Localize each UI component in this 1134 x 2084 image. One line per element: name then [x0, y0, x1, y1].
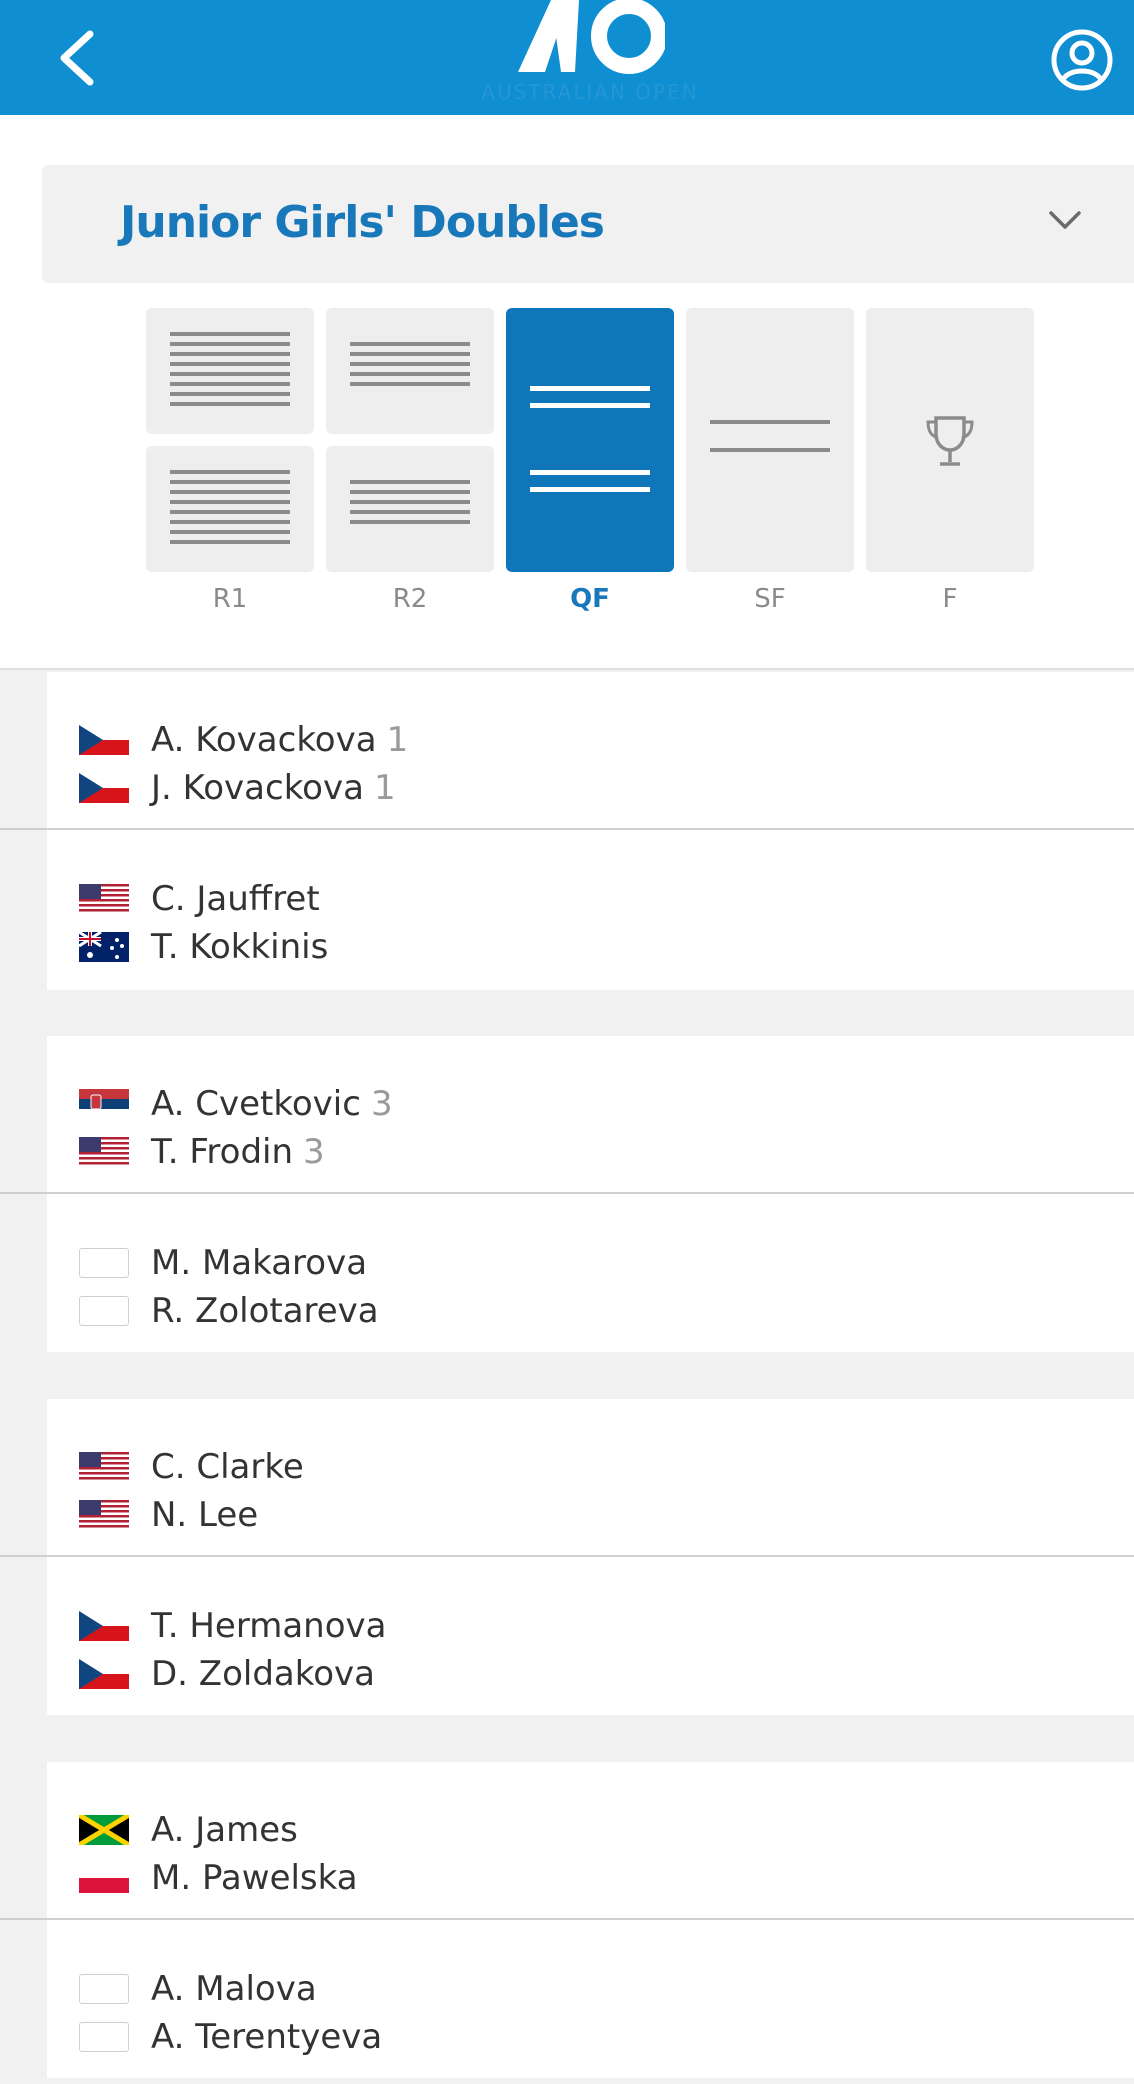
round-icon	[146, 308, 314, 434]
tab-qf[interactable]	[506, 308, 674, 572]
trophy-icon	[926, 416, 974, 466]
czech-flag-icon	[79, 773, 129, 803]
seed-number: 3	[370, 1084, 393, 1124]
match-card[interactable]: C. Clarke N. Lee T. Hermanova D. Zoldako…	[47, 1399, 1134, 1715]
czech-flag-icon	[79, 725, 129, 755]
player-name: M. Makarova	[151, 1243, 368, 1283]
usa-flag-icon	[79, 1500, 129, 1530]
player-name: T. Hermanova	[151, 1606, 387, 1646]
player-row: R. Zolotareva	[79, 1289, 389, 1333]
player-row: C. Jauffret	[79, 877, 330, 921]
player-row: A. Cvetkovic 3	[79, 1082, 393, 1126]
seed-number: 3	[303, 1132, 325, 1172]
account-icon[interactable]	[1050, 28, 1114, 92]
team-row: A. Malova A. Terentyeva	[47, 1921, 1134, 2076]
blank-flag-icon	[79, 1974, 129, 2004]
blank-flag-icon	[79, 2022, 129, 2052]
team-row: A. Cvetkovic 3 T. Frodin 3	[47, 1036, 1134, 1191]
round-icon	[326, 308, 494, 434]
usa-flag-icon	[79, 884, 129, 914]
player-name: A. Malova	[151, 1969, 317, 2009]
player-name: R. Zolotareva	[151, 1291, 379, 1331]
player-name: J. Kovackova	[151, 768, 364, 808]
tab-r2[interactable]	[326, 308, 494, 572]
event-title: Junior Girls' Doubles	[120, 197, 605, 248]
player-name: T. Kokkinis	[151, 927, 329, 967]
round-icon	[686, 308, 854, 572]
divider	[0, 1918, 1134, 1920]
usa-flag-icon	[79, 1452, 129, 1482]
player-row: A. Kovackova 1	[79, 718, 408, 762]
player-name: D. Zoldakova	[151, 1654, 375, 1694]
match-card[interactable]: A. James M. Pawelska A. Malova A. Terent…	[47, 1762, 1134, 2078]
player-row: J. Kovackova 1	[79, 766, 396, 810]
jamaica-flag-icon	[79, 1815, 129, 1845]
ao-logo	[518, 0, 665, 74]
tab-f[interactable]	[866, 308, 1034, 572]
match-card[interactable]: A. Kovackova 1 J. Kovackova 1 C. Jauffre…	[47, 672, 1134, 990]
team-row: A. James M. Pawelska	[47, 1762, 1134, 1917]
tab-label-r1: R1	[212, 584, 248, 614]
seed-number: 1	[386, 720, 409, 760]
blank-flag-icon	[79, 1296, 129, 1326]
tab-r1[interactable]	[146, 308, 314, 572]
czech-flag-icon	[79, 1611, 129, 1641]
poland-flag-icon	[79, 1863, 129, 1893]
czech-flag-icon	[79, 1659, 129, 1689]
player-name: N. Lee	[151, 1495, 259, 1535]
team-row: C. Jauffret T. Kokkinis	[47, 831, 1134, 986]
player-row: C. Clarke	[79, 1445, 314, 1489]
logo-subtext: AUSTRALIAN OPEN	[481, 80, 699, 104]
player-row: D. Zoldakova	[79, 1652, 385, 1696]
tab-label-r2: R2	[392, 584, 428, 614]
player-row: A. Malova	[79, 1967, 327, 2011]
player-name: A. James	[151, 1810, 298, 1850]
tab-label-f: F	[942, 584, 958, 614]
round-icon	[506, 308, 674, 572]
team-row: T. Hermanova D. Zoldakova	[47, 1558, 1134, 1713]
tab-label-qf: QF	[570, 584, 610, 614]
player-row: T. Hermanova	[79, 1604, 396, 1648]
player-row: N. Lee	[79, 1493, 268, 1537]
blank-flag-icon	[79, 1248, 129, 1278]
round-icon	[326, 446, 494, 572]
divider	[0, 1192, 1134, 1194]
round-icon	[866, 308, 1034, 572]
player-row: M. Makarova	[79, 1241, 377, 1285]
player-name: A. Terentyeva	[151, 2017, 383, 2057]
draw-list: A. Kovackova 1 J. Kovackova 1 C. Jauffre…	[0, 668, 1134, 2084]
team-row: M. Makarova R. Zolotareva	[47, 1195, 1134, 1350]
player-name: A. Kovackova	[151, 720, 377, 760]
player-row: T. Kokkinis	[79, 925, 338, 969]
player-name: C. Jauffret	[151, 879, 320, 919]
back-arrow-icon[interactable]	[50, 26, 110, 90]
team-row: C. Clarke N. Lee	[47, 1399, 1134, 1554]
team-row: A. Kovackova 1 J. Kovackova 1	[47, 672, 1134, 827]
event-selector[interactable]: Junior Girls' Doubles	[42, 165, 1134, 283]
serbia-flag-icon	[79, 1089, 129, 1119]
player-name: A. Cvetkovic	[151, 1084, 361, 1124]
divider	[0, 828, 1134, 830]
divider	[0, 1555, 1134, 1557]
usa-flag-icon	[79, 1137, 129, 1167]
player-name: M. Pawelska	[151, 1858, 358, 1898]
player-name: C. Clarke	[151, 1447, 304, 1487]
tab-sf[interactable]	[686, 308, 854, 572]
chevron-down-icon	[1049, 211, 1081, 229]
seed-number: 1	[373, 768, 396, 808]
round-icon	[146, 446, 314, 572]
player-row: M. Pawelska	[79, 1856, 368, 1900]
player-row: T. Frodin 3	[79, 1130, 325, 1174]
player-row: A. Terentyeva	[79, 2015, 392, 2059]
tab-label-sf: SF	[754, 584, 786, 614]
top-bar: AUSTRALIAN OPEN	[0, 0, 1134, 115]
australia-flag-icon	[79, 932, 129, 962]
player-name: T. Frodin	[151, 1132, 294, 1172]
player-row: A. James	[79, 1808, 308, 1852]
match-card[interactable]: A. Cvetkovic 3 T. Frodin 3 M. Makarova R…	[47, 1036, 1134, 1352]
